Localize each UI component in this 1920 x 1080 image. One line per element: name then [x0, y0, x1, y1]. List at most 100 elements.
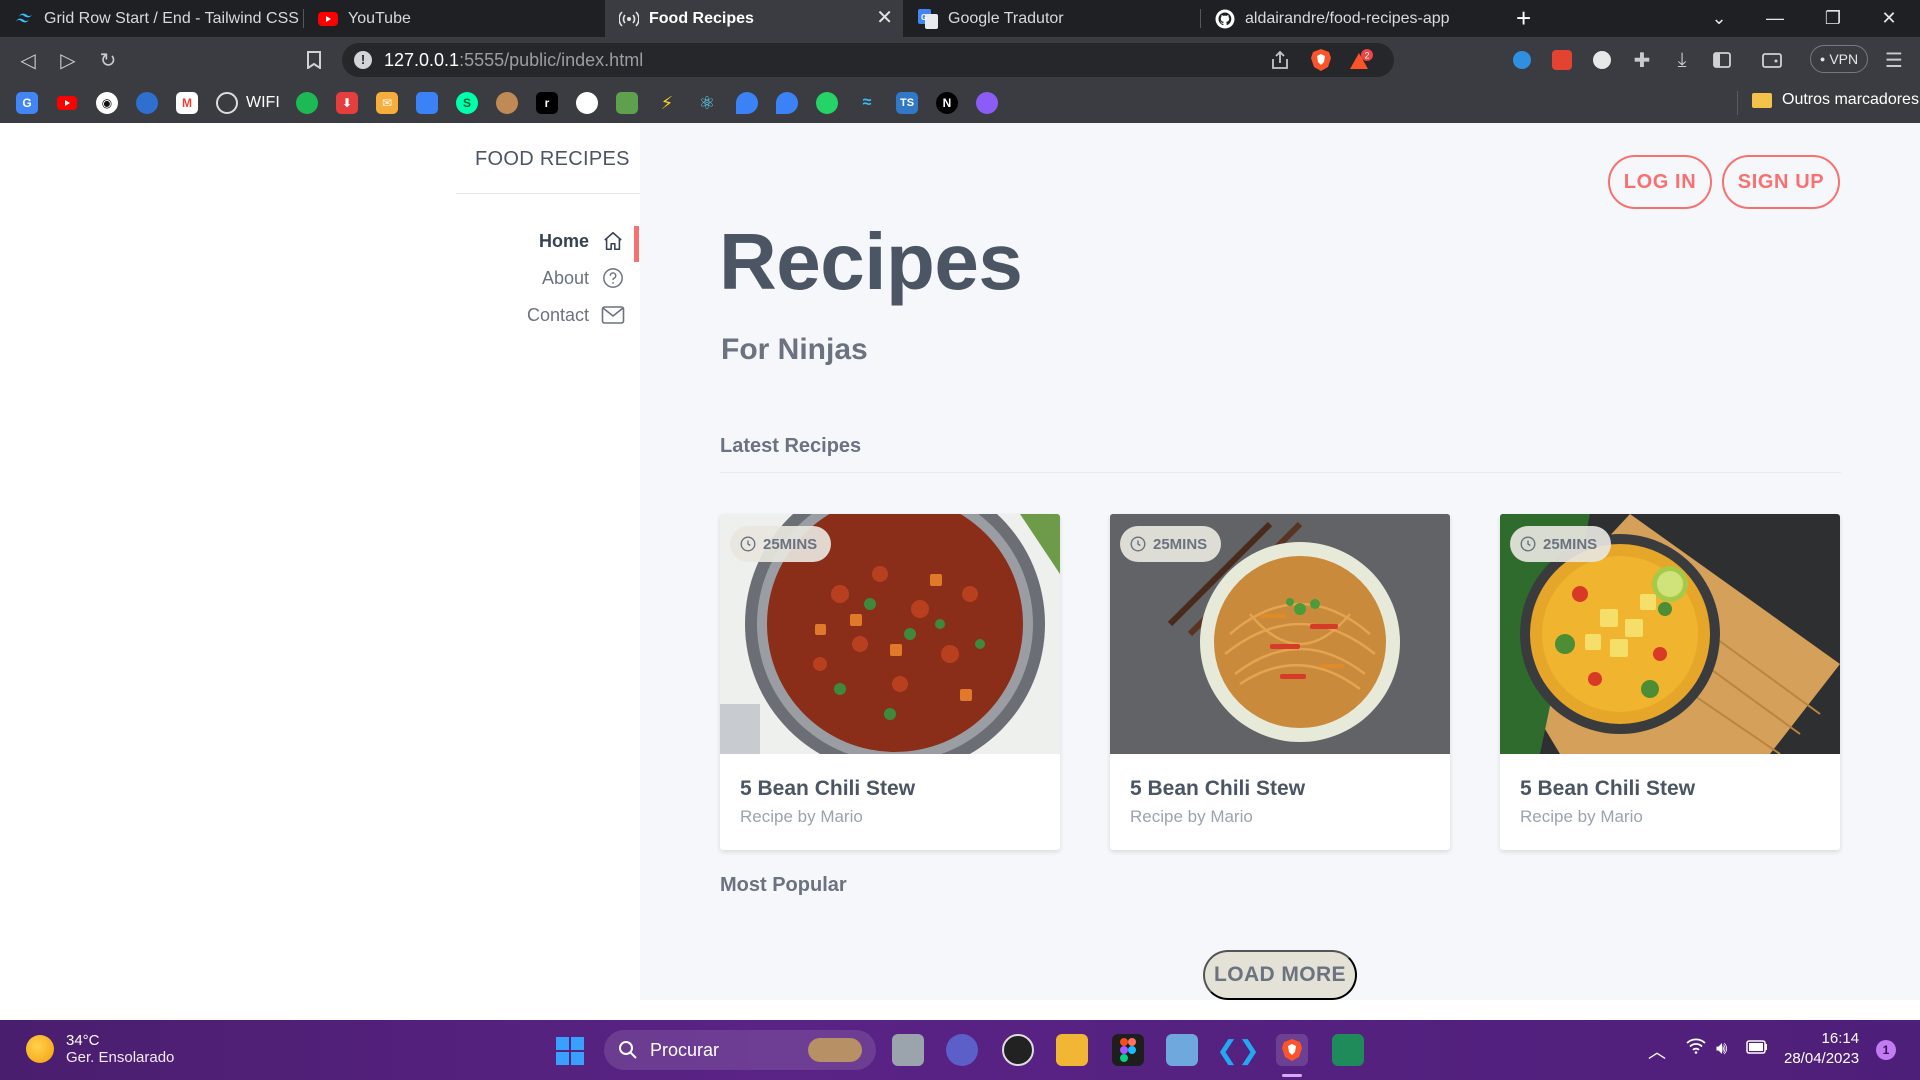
extension-blue-icon[interactable]	[1508, 46, 1536, 74]
bookmark-tailwind-icon[interactable]: ≈	[856, 92, 878, 114]
taskbar-search[interactable]: Procurar	[604, 1030, 876, 1070]
bookmark-nodejs-icon[interactable]	[616, 92, 638, 114]
bookmark-wifi-label[interactable]: WIFI	[246, 94, 280, 112]
tab-label: Google Tradutor	[948, 9, 1064, 27]
wallet-icon[interactable]	[1758, 46, 1786, 74]
teams-chat-icon[interactable]	[946, 1034, 978, 1066]
bookmarks-bar: G ◉ M WIFI ⬇ ✉ S r ⚡ ⚛ ≈ TS N Outros mar…	[0, 83, 1920, 123]
divider	[456, 193, 640, 194]
tab-youtube[interactable]: YouTube	[304, 0, 604, 37]
bookmark-globe-icon[interactable]	[216, 92, 238, 114]
recipe-card[interactable]: 25MINS 5 Bean Chili Stew Recipe by Mario	[1500, 514, 1840, 850]
nav-home[interactable]: Home	[539, 229, 625, 253]
share-icon[interactable]	[1270, 50, 1290, 75]
brand-logo[interactable]: FOOD RECIPES	[475, 148, 630, 171]
weather-condition: Ger. Ensolarado	[66, 1049, 175, 1066]
login-button[interactable]: LOG IN	[1608, 155, 1712, 209]
site-info-icon[interactable]: !	[354, 51, 372, 69]
load-more-button[interactable]: LOAD MORE	[1203, 950, 1357, 1000]
weather-widget[interactable]: 34°C Ger. Ensolarado	[26, 1032, 174, 1066]
bookmark-gmail-icon[interactable]: M	[176, 92, 198, 114]
recipe-card[interactable]: 25MINS 5 Bean Chili Stew Recipe by Mario	[720, 514, 1060, 850]
battery-icon[interactable]	[1746, 1038, 1768, 1059]
bookmark-chat-icon[interactable]	[416, 92, 438, 114]
bookmark-blue-drop-icon[interactable]	[736, 92, 758, 114]
show-hidden-icons-chevron-icon[interactable]: ︿	[1648, 1038, 1666, 1064]
evernote-icon[interactable]	[1588, 46, 1616, 74]
task-view-icon[interactable]	[892, 1034, 924, 1066]
close-tab-icon[interactable]: ✕	[876, 8, 893, 28]
wifi-icon[interactable]	[1686, 1038, 1706, 1059]
recipe-card[interactable]: 25MINS 5 Bean Chili Stew Recipe by Mario	[1110, 514, 1450, 850]
recipe-author: Recipe by Mario	[740, 807, 863, 826]
brave-rewards-icon[interactable]: 2	[1348, 49, 1374, 78]
bookmark-chatgpt-icon[interactable]	[576, 92, 598, 114]
tab-tailwind[interactable]: Grid Row Start / End - Tailwind CSS	[0, 0, 300, 37]
obs-icon[interactable]	[1002, 1034, 1034, 1066]
signup-button[interactable]: SIGN UP	[1722, 155, 1840, 209]
recipe-title[interactable]: 5 Bean Chili Stew	[1520, 777, 1695, 801]
bookmark-youtube-icon[interactable]	[56, 92, 78, 114]
home-icon	[601, 229, 625, 253]
brave-shields-icon[interactable]	[1310, 48, 1332, 77]
bookmark-download-icon[interactable]: ⬇	[336, 92, 358, 114]
bookmark-icon[interactable]	[300, 46, 328, 74]
bookmark-github-icon[interactable]: ◉	[96, 92, 118, 114]
sidebar-toggle-icon[interactable]	[1708, 46, 1736, 74]
volume-icon[interactable]: 🔊︎	[1716, 1038, 1727, 1059]
restore-icon[interactable]: ❐	[1806, 0, 1860, 37]
other-bookmarks-folder[interactable]: Outros marcadores	[1752, 91, 1919, 109]
nav-about[interactable]: About	[542, 266, 625, 290]
bookmark-purple-icon[interactable]	[976, 92, 998, 114]
address-bar[interactable]: ! 127.0.0.1:5555/public/index.html 2	[342, 43, 1394, 77]
notification-badge[interactable]: 1	[1876, 1040, 1896, 1060]
bookmark-r-icon[interactable]: r	[536, 92, 558, 114]
windows-taskbar: 34°C Ger. Ensolarado Procurar ❮❯ ︿ 🔊︎ 16…	[0, 1020, 1920, 1080]
recipe-title[interactable]: 5 Bean Chili Stew	[740, 777, 915, 801]
bookmark-bolt-icon[interactable]: ⚡	[656, 92, 678, 114]
recipe-title[interactable]: 5 Bean Chili Stew	[1130, 777, 1305, 801]
vpn-button[interactable]: ● VPN	[1810, 45, 1868, 73]
time-badge: 25MINS	[1120, 526, 1222, 562]
back-icon[interactable]: ◁	[14, 46, 42, 74]
tab-google-tradutor[interactable]: G Google Tradutor	[904, 0, 1198, 37]
search-icon	[619, 1041, 637, 1059]
google-translate-icon: G	[918, 8, 938, 29]
file-explorer-icon[interactable]	[1056, 1034, 1088, 1066]
clock-icon	[1130, 536, 1146, 552]
bookmark-whatsapp-icon[interactable]	[816, 92, 838, 114]
vscode-icon[interactable]: ❮❯	[1216, 1034, 1260, 1066]
photos-icon[interactable]	[1166, 1034, 1198, 1066]
bookmark-nextjs-icon[interactable]: N	[936, 92, 958, 114]
figma-icon[interactable]	[1112, 1034, 1144, 1066]
bookmark-monkey-icon[interactable]	[496, 92, 518, 114]
tab-food-recipes[interactable]: Food Recipes ✕	[605, 0, 903, 37]
forward-icon[interactable]: ▷	[54, 46, 82, 74]
clock-icon	[740, 536, 756, 552]
bookmark-spotify-icon[interactable]	[296, 92, 318, 114]
minimize-icon[interactable]: —	[1748, 0, 1802, 37]
nav-contact[interactable]: Contact	[527, 303, 625, 327]
temperature: 34°C	[66, 1032, 100, 1049]
download-icon[interactable]: ⤓	[1668, 46, 1696, 74]
system-clock[interactable]: 16:14 28/04/2023	[1784, 1029, 1859, 1069]
bookmark-blue-drop2-icon[interactable]	[776, 92, 798, 114]
bookmark-edge-icon[interactable]	[136, 92, 158, 114]
todoist-icon[interactable]	[1548, 46, 1576, 74]
bookmark-s-icon[interactable]: S	[456, 92, 478, 114]
new-tab-button[interactable]: +	[1516, 4, 1531, 32]
windows-start-icon[interactable]	[556, 1037, 584, 1065]
tab-list-chevron-icon[interactable]: ⌄	[1692, 0, 1746, 37]
installer-icon[interactable]	[1332, 1034, 1364, 1066]
menu-icon[interactable]: ☰	[1880, 46, 1908, 74]
bookmark-typescript-icon[interactable]: TS	[896, 92, 918, 114]
bookmark-react-icon[interactable]: ⚛	[696, 92, 718, 114]
close-window-icon[interactable]: ✕	[1862, 0, 1916, 37]
bookmark-mail-icon[interactable]: ✉	[376, 92, 398, 114]
puzzle-extensions-icon[interactable]: ✚	[1628, 46, 1656, 74]
reload-icon[interactable]: ↻	[94, 46, 122, 74]
brave-browser-icon[interactable]	[1276, 1034, 1308, 1066]
tailwind-icon	[14, 9, 34, 29]
bookmark-translate-icon[interactable]: G	[16, 92, 38, 114]
tab-github[interactable]: aldairandre/food-recipes-app	[1201, 0, 1499, 37]
